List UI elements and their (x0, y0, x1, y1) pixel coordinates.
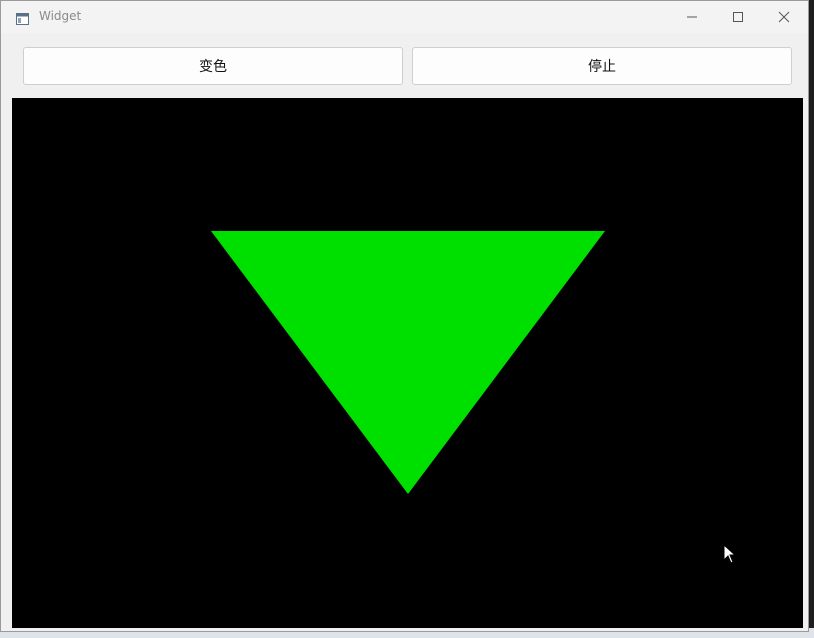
maximize-icon (732, 8, 744, 27)
minimize-button[interactable] (669, 1, 715, 33)
close-icon (778, 8, 790, 27)
change-color-button[interactable]: 变色 (23, 47, 403, 85)
title-bar[interactable]: Widget (1, 1, 808, 33)
close-button[interactable] (761, 1, 807, 33)
app-window-icon (16, 10, 29, 25)
stop-button[interactable]: 停止 (412, 47, 792, 85)
maximize-button[interactable] (715, 1, 761, 33)
minimize-icon (686, 8, 698, 27)
mouse-cursor-icon (723, 543, 737, 568)
window-title: Widget (39, 9, 82, 23)
app-window: Widget 变色 停止 (0, 0, 809, 632)
render-canvas[interactable] (12, 98, 803, 628)
triangle-drawing (211, 231, 605, 494)
green-triangle (211, 231, 605, 494)
